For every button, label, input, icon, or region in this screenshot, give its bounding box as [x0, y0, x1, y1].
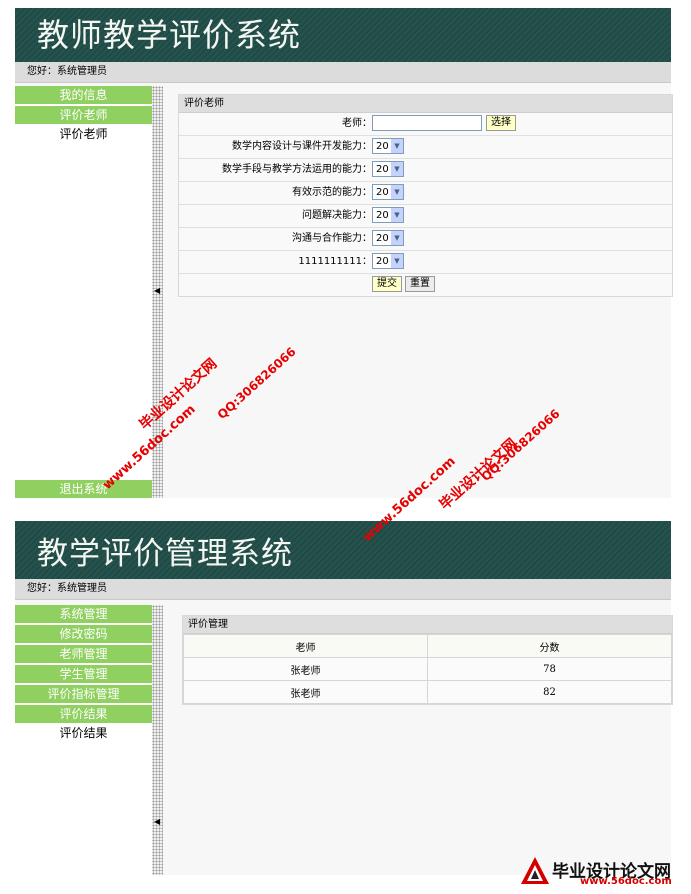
criterion-row: 问题解决能力： 20 ▼ [179, 205, 672, 228]
teacher-eval-window: 教师教学评价系统 您好：系统管理员 我的信息 评价老师 评价老师 退出系统 ◀ … [15, 8, 673, 498]
criterion-label: 问题解决能力： [302, 210, 372, 221]
app-banner: 教学评价管理系统 [15, 521, 671, 579]
greeting-bar: 您好：系统管理员 [15, 62, 671, 83]
sidebar-subitem-results[interactable]: 评价结果 [15, 725, 152, 743]
teacher-row: 老师： 选择 [179, 113, 672, 136]
cell-score: 78 [427, 657, 672, 681]
results-area: 评价管理 老师 分数 张老师 78 张老师 82 [163, 605, 673, 875]
results-table: 老师 分数 张老师 78 张老师 82 [183, 634, 672, 704]
score-select[interactable]: 20 ▼ [372, 138, 404, 154]
sidebar-item-change-password[interactable]: 修改密码 [15, 625, 152, 643]
sidebar-item-evaluate-teacher[interactable]: 评价老师 [15, 106, 152, 124]
sidebar-item-students[interactable]: 学生管理 [15, 665, 152, 683]
chevron-down-icon[interactable]: ▼ [391, 254, 403, 268]
cell-teacher: 张老师 [183, 657, 428, 681]
results-title: 评价管理 [183, 616, 672, 634]
criterion-row: 数学手段与教学方法运用的能力： 20 ▼ [179, 159, 672, 182]
form-actions: 提交 重置 [179, 274, 672, 296]
criterion-row: 沟通与合作能力： 20 ▼ [179, 228, 672, 251]
sidebar-item-teachers[interactable]: 老师管理 [15, 645, 152, 663]
criterion-label: 1111111111： [298, 256, 372, 267]
chevron-down-icon[interactable]: ▼ [391, 208, 403, 222]
teacher-label: 老师： [342, 118, 372, 129]
table-row: 张老师 78 [183, 657, 672, 681]
chevron-down-icon[interactable]: ▼ [391, 231, 403, 245]
column-header-score: 分数 [427, 634, 672, 658]
choose-button[interactable]: 选择 [486, 115, 516, 131]
score-value: 20 [376, 164, 389, 175]
score-select[interactable]: 20 ▼ [372, 253, 404, 269]
form-title: 评价老师 [179, 95, 672, 113]
criterion-label: 数学手段与教学方法运用的能力： [222, 164, 372, 175]
admin-results-window: 教学评价管理系统 您好：系统管理员 系统管理 修改密码 老师管理 学生管理 评价… [15, 521, 673, 875]
site-logo: 毕业设计论文网 www.56doc.com [520, 856, 688, 888]
criterion-label: 数学内容设计与课件开发能力： [232, 141, 372, 152]
teacher-input[interactable] [372, 115, 482, 131]
triangle-left-icon[interactable]: ◀ [154, 286, 160, 295]
logo-emblem-icon [521, 857, 549, 884]
sidebar-splitter[interactable]: ◀ [152, 605, 163, 875]
cell-teacher: 张老师 [183, 680, 428, 704]
table-header-row: 老师 分数 [183, 634, 672, 658]
chevron-down-icon[interactable]: ▼ [391, 185, 403, 199]
sidebar: 系统管理 修改密码 老师管理 学生管理 评价指标管理 评价结果 评价结果 [15, 605, 152, 875]
sidebar-item-criteria[interactable]: 评价指标管理 [15, 685, 152, 703]
score-value: 20 [376, 210, 389, 221]
criterion-row: 数学内容设计与课件开发能力： 20 ▼ [179, 136, 672, 159]
criterion-row: 有效示范的能力： 20 ▼ [179, 182, 672, 205]
app-banner: 教师教学评价系统 [15, 8, 671, 62]
eval-form-area: 评价老师 老师： 选择 数学内容设计与课件开发能力： 20 ▼ 数学手段与教学方法… [163, 86, 673, 498]
criterion-label: 沟通与合作能力： [292, 233, 372, 244]
score-value: 20 [376, 141, 389, 152]
triangle-left-icon[interactable]: ◀ [154, 817, 160, 826]
table-row: 张老师 82 [183, 680, 672, 704]
reset-button[interactable]: 重置 [405, 276, 435, 292]
logout-button[interactable]: 退出系统 [15, 480, 152, 498]
greeting-bar: 您好：系统管理员 [15, 579, 671, 600]
sidebar: 我的信息 评价老师 评价老师 退出系统 [15, 86, 152, 498]
sidebar-item-system[interactable]: 系统管理 [15, 605, 152, 623]
chevron-down-icon[interactable]: ▼ [391, 162, 403, 176]
sidebar-splitter[interactable]: ◀ [152, 86, 163, 498]
cell-score: 82 [427, 680, 672, 704]
score-select[interactable]: 20 ▼ [372, 161, 404, 177]
logo-url: www.56doc.com [580, 876, 672, 887]
column-header-teacher: 老师 [183, 634, 428, 658]
sidebar-item-results[interactable]: 评价结果 [15, 705, 152, 723]
criterion-row: 1111111111： 20 ▼ [179, 251, 672, 274]
score-value: 20 [376, 233, 389, 244]
score-select[interactable]: 20 ▼ [372, 207, 404, 223]
submit-button[interactable]: 提交 [372, 276, 402, 292]
score-select[interactable]: 20 ▼ [372, 230, 404, 246]
chevron-down-icon[interactable]: ▼ [391, 139, 403, 153]
score-select[interactable]: 20 ▼ [372, 184, 404, 200]
score-value: 20 [376, 256, 389, 267]
criterion-label: 有效示范的能力： [292, 187, 372, 198]
sidebar-item-my-info[interactable]: 我的信息 [15, 86, 152, 104]
score-value: 20 [376, 187, 389, 198]
sidebar-subitem-evaluate-teacher[interactable]: 评价老师 [15, 126, 152, 144]
